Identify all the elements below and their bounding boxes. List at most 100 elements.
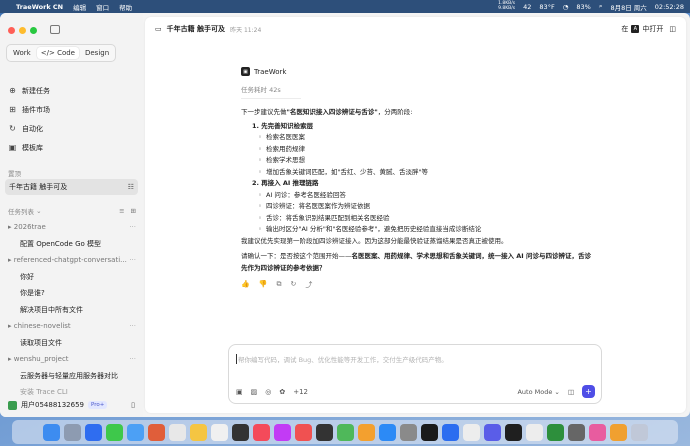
mic-icon[interactable]: ◫ <box>568 388 574 396</box>
phone-icon[interactable]: ▯ <box>131 401 135 409</box>
vscode-icon[interactable] <box>441 423 459 441</box>
retry-icon[interactable]: ↻ <box>290 280 296 290</box>
task-item[interactable]: 云服务器与轻量应用服务器对比 <box>8 368 136 385</box>
task-group[interactable]: ▸ wenshu_project ··· <box>8 351 136 368</box>
mode-code[interactable]: </> Code <box>36 47 79 59</box>
task-item[interactable]: 读取项目文件 <box>8 335 136 352</box>
net-down: 9.8KB/s <box>498 5 516 11</box>
username[interactable]: 用户05488132659 <box>21 400 84 410</box>
app-icon[interactable] <box>504 423 522 441</box>
time[interactable]: 02:52:28 <box>655 3 684 11</box>
list-icon[interactable]: ☷ <box>128 183 134 191</box>
task-group[interactable]: ▸ referenced-chatgpt-conversati... ··· <box>8 252 136 269</box>
tv-icon[interactable] <box>231 423 249 441</box>
appstore-icon[interactable] <box>378 423 396 441</box>
menu-help[interactable]: 帮助 <box>119 2 132 12</box>
nav-new-task[interactable]: ⊕ 新建任务 <box>6 81 138 100</box>
music-icon[interactable] <box>252 423 270 441</box>
reminders-icon[interactable] <box>210 423 228 441</box>
nav-plugin-market[interactable]: ⊞ 插件市场 <box>6 100 138 119</box>
thumbs-up-icon[interactable]: 👍 <box>241 280 250 290</box>
battery[interactable]: 83% <box>576 3 590 11</box>
avatar[interactable] <box>8 400 17 410</box>
prompt-input[interactable]: 帮你编写代码，调试 Bug、优化性能等开发工作，交付生产级代码产物。 <box>236 354 448 364</box>
sidebar-toggle-icon[interactable] <box>50 25 60 34</box>
nav-automation[interactable]: ↻ 自动化 <box>6 119 138 138</box>
plugin-icon[interactable]: ✿ <box>279 388 285 396</box>
menu-window[interactable]: 窗口 <box>96 2 109 12</box>
send-button[interactable]: + <box>582 385 595 398</box>
chatgpt-icon[interactable] <box>462 423 480 441</box>
messages-icon[interactable] <box>105 423 123 441</box>
close-window-button[interactable] <box>8 27 15 34</box>
image-icon[interactable]: ▨ <box>251 388 258 396</box>
settings-icon[interactable] <box>399 423 417 441</box>
more-icon[interactable]: ··· <box>129 223 136 231</box>
podcasts-icon[interactable] <box>273 423 291 441</box>
plus-count-badge[interactable]: +12 <box>293 388 308 396</box>
at-icon[interactable]: ◎ <box>265 388 271 396</box>
intro-paragraph: 下一步建议先做"名医知识接入四诊辨证与舌诊"，分两阶段: <box>241 108 413 116</box>
app-icon[interactable] <box>567 423 585 441</box>
news-icon[interactable] <box>294 423 312 441</box>
mode-work[interactable]: Work <box>9 47 35 59</box>
pinned-task-item[interactable]: 千年古籍 触手可及 ☷ <box>5 179 138 195</box>
share-icon[interactable]: ⤴ <box>305 280 312 290</box>
app-icon[interactable] <box>609 423 627 441</box>
trash-icon[interactable] <box>630 423 648 441</box>
list-item: 检索用药规律 <box>258 144 591 156</box>
thumbs-down-icon[interactable]: 👎 <box>259 280 268 290</box>
panel-toggle-icon[interactable]: ◫ <box>669 25 676 33</box>
copy-icon[interactable]: ⧉ <box>276 280 281 290</box>
notes-icon[interactable] <box>189 423 207 441</box>
task-group[interactable]: ▸ 2026trae ··· <box>8 219 136 236</box>
code-icon: </> <box>40 49 58 57</box>
filter-icon[interactable]: ≡ <box>119 207 124 215</box>
task-item[interactable]: 解决项目中所有文件 <box>8 302 136 319</box>
more-icon[interactable]: ··· <box>129 355 136 363</box>
assistant-name: TraeWork <box>254 67 287 76</box>
launchpad-icon[interactable] <box>63 423 81 441</box>
weather[interactable]: 83°F <box>539 3 554 11</box>
task-item[interactable]: 你是谁? <box>8 285 136 302</box>
zoom-window-button[interactable] <box>30 27 37 34</box>
wifi-icon[interactable]: ◔ <box>563 3 569 11</box>
numbers-icon[interactable] <box>336 423 354 441</box>
temp-badge[interactable]: 42 <box>523 3 531 11</box>
sidebar: Work </> Code Design ⊕ 新建任务 ⊞ 插件市场 ↻ 自动化… <box>0 13 143 417</box>
app-icon[interactable] <box>588 423 606 441</box>
menu-app-name[interactable]: TraeWork CN <box>16 3 63 11</box>
mode-select[interactable]: Auto Mode ⌄ <box>517 388 559 396</box>
menu-edit[interactable]: 编辑 <box>73 2 86 12</box>
trae-icon[interactable] <box>483 423 501 441</box>
app-window: Work </> Code Design ⊕ 新建任务 ⊞ 插件市场 ↻ 自动化… <box>0 13 690 417</box>
chevron-down-icon[interactable]: ⌄ <box>34 207 41 215</box>
photos-icon[interactable] <box>147 423 165 441</box>
terminal-icon[interactable] <box>420 423 438 441</box>
task-item[interactable]: 配置 OpenCode Go 模型 <box>8 236 136 253</box>
attach-icon[interactable]: ▣ <box>236 388 243 396</box>
pages-icon[interactable] <box>357 423 375 441</box>
more-icon[interactable]: ··· <box>129 322 136 330</box>
calendar-icon[interactable] <box>168 423 186 441</box>
list-item: 舌诊：将舌象识别结果匹配到相关名医经验 <box>258 213 591 225</box>
sidebar-nav: ⊕ 新建任务 ⊞ 插件市场 ↻ 自动化 ▣ 模板库 <box>6 81 138 157</box>
finder-icon[interactable] <box>42 423 60 441</box>
app-icon[interactable] <box>525 423 543 441</box>
app-icon[interactable] <box>546 423 564 441</box>
task-item[interactable]: 你好 <box>8 269 136 286</box>
open-in-button[interactable]: 在 A 中打开 <box>621 24 663 34</box>
stocks-icon[interactable] <box>315 423 333 441</box>
task-group[interactable]: ▸ chinese-novelist ··· <box>8 318 136 335</box>
minimize-window-button[interactable] <box>19 27 26 34</box>
nav-templates[interactable]: ▣ 模板库 <box>6 138 138 157</box>
search-icon[interactable]: ⌕ <box>599 2 603 11</box>
mode-design[interactable]: Design <box>81 47 113 59</box>
safari-icon[interactable] <box>84 423 102 441</box>
more-icon[interactable]: ··· <box>129 256 136 264</box>
mail-icon[interactable] <box>126 423 144 441</box>
date[interactable]: 8月8日 周六 <box>610 2 646 12</box>
step-1: 1. 先完善知识检索层 检索名医医案 检索用药规律 检索学术思想 增加舌象关键词… <box>252 121 591 179</box>
elapsed-time[interactable]: 任务耗时 42s <box>241 84 301 99</box>
add-folder-icon[interactable]: ⊞ <box>131 207 136 215</box>
